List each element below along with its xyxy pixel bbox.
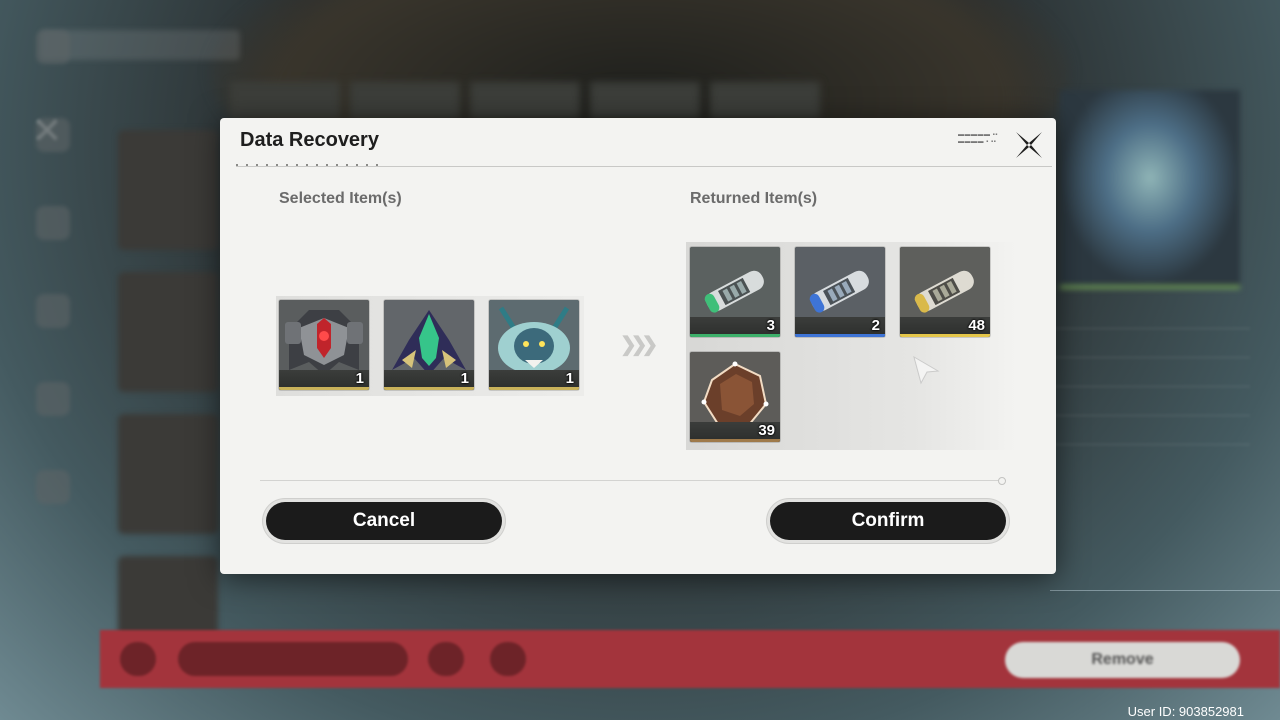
background-tabs [230, 82, 830, 118]
returned-item[interactable]: 3 [690, 247, 780, 337]
transfer-arrow-icon: ❯❯❯ [620, 334, 658, 356]
item-rarity-bar [279, 387, 369, 390]
returned-items-label: Returned Item(s) [690, 190, 818, 207]
data-recovery-dialog: Data Recovery ▬▬▬▬▬ ▪▪ ▬▬▬▬ ▪ ▪▪ Selected… [220, 118, 1056, 574]
remove-button[interactable]: Remove [1005, 642, 1240, 678]
background-side-icons [28, 30, 78, 630]
item-rarity-bar [795, 334, 885, 337]
item-quantity: 3 [766, 317, 775, 334]
decorative-tag-icon: ▬▬▬▬▬ ▪▪ ▬▬▬▬ ▪ ▪▪ [958, 132, 998, 145]
confirm-button[interactable]: Confirm [770, 502, 1006, 540]
item-quantity: 48 [968, 317, 985, 334]
item-quantity: 1 [355, 370, 364, 387]
background-decoration-line [1050, 590, 1280, 591]
item-rarity-bar [900, 334, 990, 337]
returned-item[interactable]: 48 [900, 247, 990, 337]
selected-item[interactable]: 1 [384, 300, 474, 390]
selected-item[interactable]: 1 [279, 300, 369, 390]
item-rarity-bar [384, 387, 474, 390]
item-rarity-bar [489, 387, 579, 390]
background-bottom-bar: Remove [100, 630, 1280, 688]
background-hero-image [1060, 90, 1240, 289]
item-rarity-bar [690, 439, 780, 442]
background-card-list [118, 130, 218, 698]
dialog-title: Data Recovery [240, 129, 379, 151]
cancel-button[interactable]: Cancel [266, 502, 502, 540]
close-x-icon[interactable] [1010, 126, 1048, 164]
footer-divider [260, 477, 1006, 485]
item-rarity-bar [690, 334, 780, 337]
item-quantity: 1 [460, 370, 469, 387]
item-quantity: 2 [871, 317, 880, 334]
background-stats [1050, 300, 1250, 480]
user-id-label: User ID: 903852981 [1127, 704, 1244, 719]
selected-item[interactable]: 1 [489, 300, 579, 390]
mouse-cursor-icon [913, 355, 940, 385]
returned-item[interactable]: 39 [690, 352, 780, 442]
item-quantity: 39 [758, 422, 775, 439]
selected-items-label: Selected Item(s) [279, 190, 402, 207]
item-quantity: 1 [565, 370, 574, 387]
title-divider [236, 164, 1052, 167]
background-hero-title [888, 86, 1058, 110]
returned-item[interactable]: 2 [795, 247, 885, 337]
